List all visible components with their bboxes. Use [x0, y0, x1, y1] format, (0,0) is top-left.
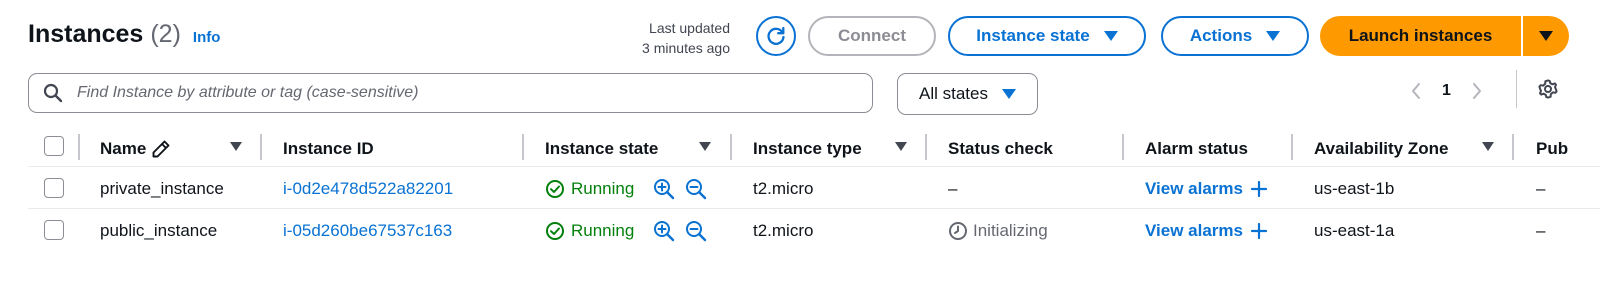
column-header-instance-id-label: Instance ID: [283, 139, 374, 158]
chevron-left-icon[interactable]: [1410, 82, 1422, 100]
launch-instances-label: Launch instances: [1348, 26, 1493, 45]
search-bar[interactable]: [28, 73, 873, 113]
search-input[interactable]: [75, 83, 839, 103]
all-states-dropdown[interactable]: All states: [897, 73, 1038, 115]
cell-availability-zone: us-east-1b: [1314, 179, 1395, 198]
pagination: 1: [1410, 76, 1483, 106]
select-all-checkbox[interactable]: [44, 136, 64, 156]
connect-button[interactable]: Connect: [808, 16, 936, 56]
column-header-public-label: Pub: [1536, 139, 1569, 158]
last-updated-label: Last updated: [649, 20, 730, 36]
column-divider[interactable]: [1512, 134, 1514, 160]
instance-state-text: Running: [571, 179, 635, 198]
column-header-instance-state-label: Instance state: [545, 139, 659, 158]
header-divider: [28, 166, 1600, 167]
sort-caret-icon[interactable]: [895, 142, 907, 151]
cell-public: –: [1536, 221, 1546, 240]
instance-id-link[interactable]: i-05d260be67537c163: [283, 218, 452, 244]
caret-down-icon: [1266, 31, 1281, 41]
view-alarms-link[interactable]: View alarms: [1145, 176, 1268, 202]
column-divider[interactable]: [260, 134, 262, 160]
chevron-right-icon[interactable]: [1471, 82, 1483, 100]
zoom-in-icon[interactable]: [653, 178, 675, 200]
refresh-icon: [767, 26, 785, 45]
column-divider[interactable]: [925, 134, 927, 160]
plus-icon: [1250, 180, 1268, 198]
column-header-alarm-status[interactable]: Alarm status: [1145, 134, 1248, 164]
gear-icon: [1538, 79, 1558, 99]
zoom-in-icon[interactable]: [653, 220, 675, 242]
cell-name: private_instance: [100, 179, 224, 198]
cell-name: public_instance: [100, 221, 218, 240]
last-updated-time: 3 minutes ago: [642, 40, 730, 56]
current-page[interactable]: 1: [1442, 82, 1451, 100]
column-header-name[interactable]: Name: [100, 134, 171, 164]
instance-count: (2): [150, 20, 181, 48]
search-icon: [43, 83, 63, 103]
row-divider: [28, 208, 1600, 209]
page-title-text: Instances: [28, 20, 144, 48]
all-states-label: All states: [919, 84, 988, 103]
column-header-instance-type-label: Instance type: [753, 139, 862, 158]
launch-instances-group: Launch instances: [1320, 16, 1569, 56]
status-check-text: Initializing: [973, 221, 1048, 240]
launch-instances-button[interactable]: Launch instances: [1320, 16, 1521, 56]
column-header-alarm-status-label: Alarm status: [1145, 139, 1248, 158]
column-divider[interactable]: [522, 134, 524, 160]
info-link[interactable]: Info: [193, 29, 221, 46]
column-divider[interactable]: [730, 134, 732, 160]
column-divider: [78, 134, 80, 160]
column-header-status-check-label: Status check: [948, 139, 1053, 158]
last-updated: Last updated 3 minutes ago: [642, 18, 730, 58]
instance-state-text: Running: [571, 221, 635, 240]
plus-icon: [1250, 222, 1268, 240]
cell-status-check: –: [948, 179, 958, 198]
cell-public: –: [1536, 179, 1546, 198]
instance-id-link[interactable]: i-0d2e478d522a82201: [283, 176, 453, 202]
instance-state-dropdown[interactable]: Instance state: [948, 16, 1146, 56]
instance-state: Running: [545, 218, 634, 244]
column-header-instance-state[interactable]: Instance state: [545, 134, 658, 164]
caret-down-icon: [1103, 31, 1118, 41]
cell-availability-zone: us-east-1a: [1314, 221, 1395, 240]
view-alarms-label: View alarms: [1145, 179, 1243, 198]
row-checkbox[interactable]: [44, 220, 64, 240]
check-circle-icon: [546, 180, 564, 198]
instance-state: Running: [545, 176, 634, 202]
column-header-public[interactable]: Pub: [1536, 134, 1568, 164]
actions-dropdown-label: Actions: [1189, 26, 1253, 45]
preferences-button[interactable]: [1537, 78, 1559, 100]
column-header-instance-type[interactable]: Instance type: [753, 134, 862, 164]
cell-instance-type: t2.micro: [753, 221, 814, 240]
column-divider[interactable]: [1122, 134, 1124, 160]
row-checkbox[interactable]: [44, 178, 64, 198]
page-title: Instances (2) Info: [28, 20, 220, 49]
sort-caret-icon[interactable]: [1482, 142, 1494, 151]
zoom-out-icon[interactable]: [685, 178, 707, 200]
view-alarms-label: View alarms: [1145, 221, 1243, 240]
column-header-instance-id[interactable]: Instance ID: [283, 134, 374, 164]
connect-button-label: Connect: [838, 26, 906, 45]
column-divider[interactable]: [1291, 134, 1293, 160]
pencil-icon: [152, 140, 170, 158]
view-alarms-link[interactable]: View alarms: [1145, 218, 1268, 244]
sort-caret-icon[interactable]: [699, 142, 711, 151]
column-header-availability-zone[interactable]: Availability Zone: [1314, 134, 1448, 164]
column-header-availability-zone-label: Availability Zone: [1314, 139, 1449, 158]
actions-dropdown[interactable]: Actions: [1161, 16, 1309, 56]
column-header-status-check[interactable]: Status check: [948, 134, 1053, 164]
caret-down-icon: [1001, 89, 1016, 99]
check-circle-icon: [546, 222, 564, 240]
launch-options-dropdown[interactable]: [1523, 16, 1569, 56]
clock-icon: [949, 222, 967, 240]
cell-status-check: Initializing: [948, 218, 1048, 244]
caret-down-icon: [1539, 31, 1553, 41]
cell-instance-type: t2.micro: [753, 179, 814, 198]
zoom-out-icon[interactable]: [685, 220, 707, 242]
divider: [1516, 70, 1517, 108]
refresh-button[interactable]: [756, 16, 796, 56]
sort-caret-icon[interactable]: [230, 142, 242, 151]
column-header-name-label: Name: [100, 139, 147, 158]
instance-state-dropdown-label: Instance state: [976, 26, 1090, 45]
